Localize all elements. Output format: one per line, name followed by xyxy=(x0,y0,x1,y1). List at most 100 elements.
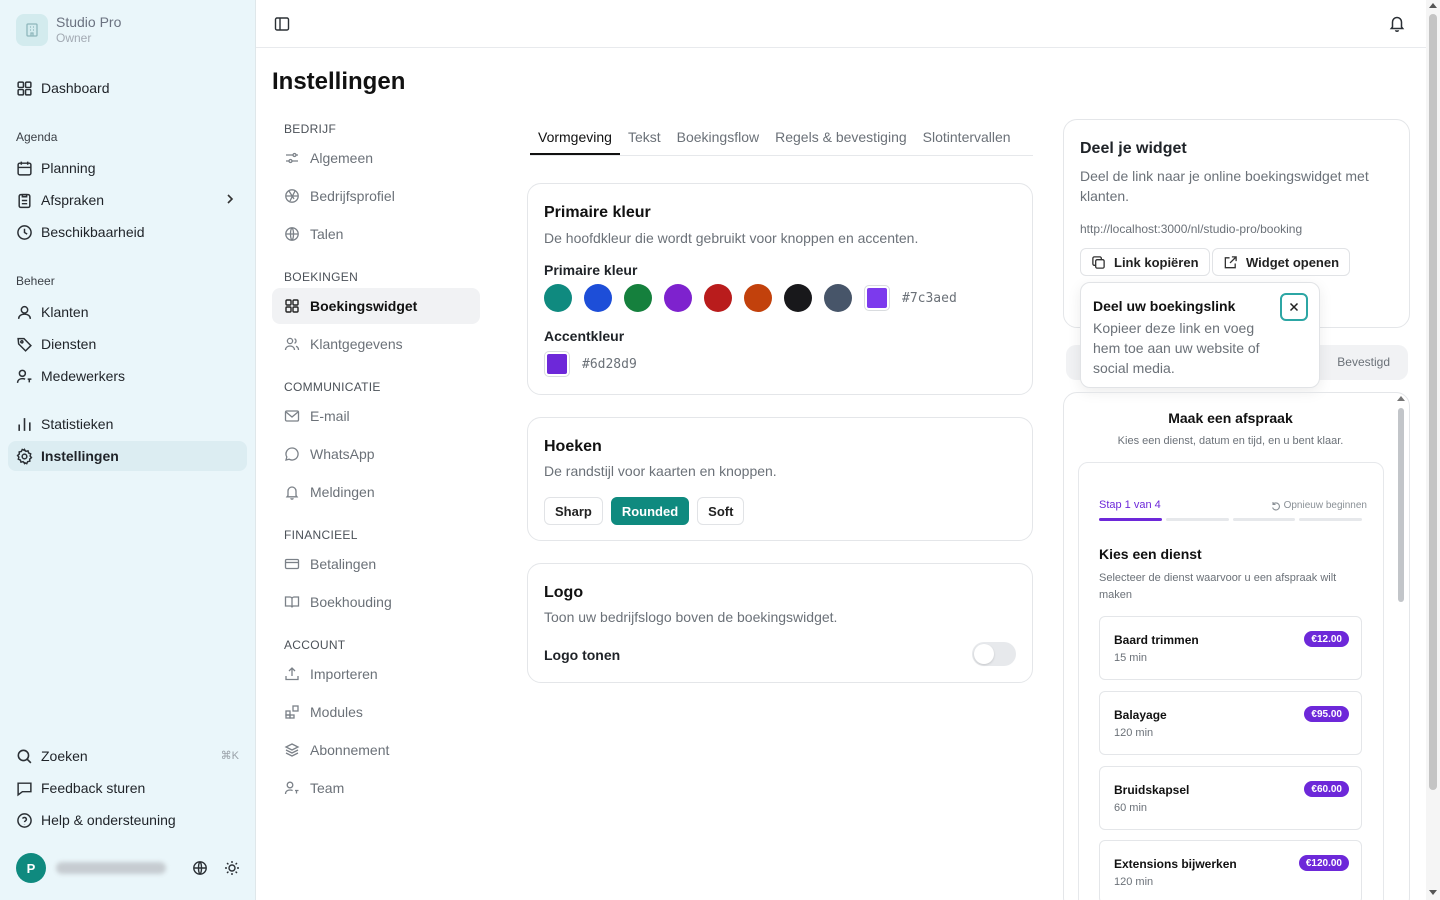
card-description: De hoofdkleur die wordt gebruikt voor kn… xyxy=(544,230,919,246)
nav-medewerkers[interactable]: Medewerkers xyxy=(8,361,247,391)
widget-preview: Maak een afspraak Kies een dienst, datum… xyxy=(1063,392,1410,900)
corner-option-soft[interactable]: Soft xyxy=(697,497,745,525)
nav-label: Zoeken xyxy=(41,748,88,764)
service-duration: 60 min xyxy=(1114,802,1148,814)
share-link-popover: Deel uw boekingslink Kopieer deze link e… xyxy=(1080,282,1320,388)
tab-boekingsflow[interactable]: Boekingsflow xyxy=(669,120,768,154)
scroll-up-arrow[interactable] xyxy=(1397,396,1405,401)
scroll-up-arrow[interactable] xyxy=(1429,3,1437,8)
copy-link-button[interactable]: Link kopiëren xyxy=(1080,248,1210,276)
avatar[interactable]: P xyxy=(16,853,46,883)
sun-icon[interactable] xyxy=(224,860,240,876)
settings-section-boekingen: BOEKINGEN xyxy=(284,270,359,284)
settings-item-meldingen[interactable]: Meldingen xyxy=(272,474,480,510)
clock-icon xyxy=(17,224,32,240)
corner-option-rounded[interactable]: Rounded xyxy=(610,497,690,525)
settings-item-boekhouding[interactable]: Boekhouding xyxy=(272,584,480,620)
popover-description: Kopieer deze link en voeg hem toe aan uw… xyxy=(1093,320,1260,376)
nav-help[interactable]: Help & ondersteuning xyxy=(8,805,247,835)
nav-klanten[interactable]: Klanten xyxy=(8,297,247,327)
settings-item-team[interactable]: Team xyxy=(272,770,480,806)
nav-zoeken[interactable]: Zoeken ⌘K xyxy=(8,741,247,771)
search-shortcut: ⌘K xyxy=(220,750,239,762)
settings-item-boekingswidget[interactable]: Boekingswidget xyxy=(272,288,480,324)
nav-statistieken[interactable]: Statistieken xyxy=(8,409,247,439)
preview-tab-bevestigd[interactable]: Bevestigd xyxy=(1337,355,1390,369)
step-indicator: Stap 1 van 4 xyxy=(1099,499,1161,511)
card-description: De randstijl voor kaarten en knoppen. xyxy=(544,463,777,479)
open-widget-button[interactable]: Widget openen xyxy=(1212,248,1351,276)
progress-segment xyxy=(1165,518,1229,521)
user-key-icon xyxy=(16,369,32,383)
top-bar xyxy=(256,0,1426,48)
swatch-black[interactable] xyxy=(784,284,812,312)
tab-tekst[interactable]: Tekst xyxy=(620,120,669,154)
service-option[interactable]: Bruidskapsel 60 min €60.00 xyxy=(1099,766,1362,830)
settings-item-email[interactable]: E-mail xyxy=(272,398,480,434)
nav-label: Dashboard xyxy=(41,80,110,96)
corner-option-sharp[interactable]: Sharp xyxy=(544,497,603,525)
restart-label: Opnieuw beginnen xyxy=(1283,500,1367,511)
brand-switcher[interactable]: Studio Pro Owner xyxy=(16,14,121,46)
nav-diensten[interactable]: Diensten xyxy=(8,329,247,359)
swatch-slate[interactable] xyxy=(824,284,852,312)
settings-item-algemeen[interactable]: Algemeen xyxy=(272,140,480,176)
settings-item-importeren[interactable]: Importeren xyxy=(272,656,480,692)
tab-regels-bevestiging[interactable]: Regels & bevestiging xyxy=(767,120,915,154)
settings-item-abonnement[interactable]: Abonnement xyxy=(272,732,480,768)
service-option[interactable]: Balayage 120 min €95.00 xyxy=(1099,691,1362,755)
settings-item-betalingen[interactable]: Betalingen xyxy=(272,546,480,582)
nav-label: Medewerkers xyxy=(41,368,126,384)
preview-scrollbar[interactable] xyxy=(1396,396,1406,900)
tab-vormgeving[interactable]: Vormgeving xyxy=(530,120,620,155)
swatch-orange[interactable] xyxy=(744,284,772,312)
accent-color-picker[interactable] xyxy=(544,351,570,377)
restart-button[interactable]: Opnieuw beginnen xyxy=(1271,500,1367,511)
nav-afspraken[interactable]: Afspraken xyxy=(8,185,247,215)
nav-beschikbaarheid[interactable]: Beschikbaarheid xyxy=(8,217,247,247)
bell-icon[interactable] xyxy=(1388,14,1406,32)
choose-service-title: Kies een dienst xyxy=(1099,546,1202,562)
sidebar-toggle-icon[interactable] xyxy=(274,16,290,32)
nav-feedback[interactable]: Feedback sturen xyxy=(8,773,247,803)
close-popover-button[interactable] xyxy=(1280,293,1308,321)
nav-label: Help & ondersteuning xyxy=(41,812,176,828)
swatch-blue[interactable] xyxy=(584,284,612,312)
tab-slotintervallen[interactable]: Slotintervallen xyxy=(915,120,1019,154)
preview-scroll-thumb[interactable] xyxy=(1398,408,1404,602)
swatch-red[interactable] xyxy=(704,284,732,312)
settings-item-bedrijfsprofiel[interactable]: Bedrijfsprofiel xyxy=(272,178,480,214)
service-price-badge: €60.00 xyxy=(1304,781,1349,797)
card-description: Toon uw bedrijfslogo boven de boekingswi… xyxy=(544,609,838,625)
aperture-icon xyxy=(285,189,299,203)
scroll-down-arrow[interactable] xyxy=(1429,890,1437,895)
settings-item-modules[interactable]: Modules xyxy=(272,694,480,730)
logo-toggle[interactable] xyxy=(972,642,1016,666)
settings-section-bedrijf: BEDRIJF xyxy=(284,122,337,136)
swatch-green[interactable] xyxy=(624,284,652,312)
settings-item-label: E-mail xyxy=(310,408,350,424)
user-email-redacted xyxy=(56,862,166,874)
nav-instellingen[interactable]: Instellingen xyxy=(8,441,247,471)
nav-label: Beschikbaarheid xyxy=(41,224,145,240)
swatch-purple[interactable] xyxy=(664,284,692,312)
settings-item-label: Importeren xyxy=(310,666,378,682)
settings-item-talen[interactable]: Talen xyxy=(272,216,480,252)
nav-label: Instellingen xyxy=(41,448,119,464)
corners-card: Hoeken De randstijl voor kaarten en knop… xyxy=(527,417,1033,541)
service-option[interactable]: Extensions bijwerken 120 min €120.00 xyxy=(1099,840,1362,900)
chevron-right-icon[interactable] xyxy=(223,192,237,206)
service-option[interactable]: Baard trimmen 15 min €12.00 xyxy=(1099,616,1362,680)
preview-step-card: Stap 1 van 4 Opnieuw beginnen Kies een d… xyxy=(1078,462,1384,900)
window-scroll-thumb[interactable] xyxy=(1429,14,1437,790)
settings-item-klantgegevens[interactable]: Klantgegevens xyxy=(272,326,480,362)
service-duration: 120 min xyxy=(1114,876,1154,888)
settings-item-whatsapp[interactable]: WhatsApp xyxy=(272,436,480,472)
window-scrollbar[interactable] xyxy=(1426,0,1440,900)
nav-planning[interactable]: Planning xyxy=(8,153,247,183)
user-menu[interactable]: P xyxy=(16,853,248,883)
swatch-teal[interactable] xyxy=(544,284,572,312)
globe-icon[interactable] xyxy=(192,860,208,876)
custom-color-picker[interactable] xyxy=(864,285,890,311)
nav-dashboard[interactable]: Dashboard xyxy=(8,73,247,103)
